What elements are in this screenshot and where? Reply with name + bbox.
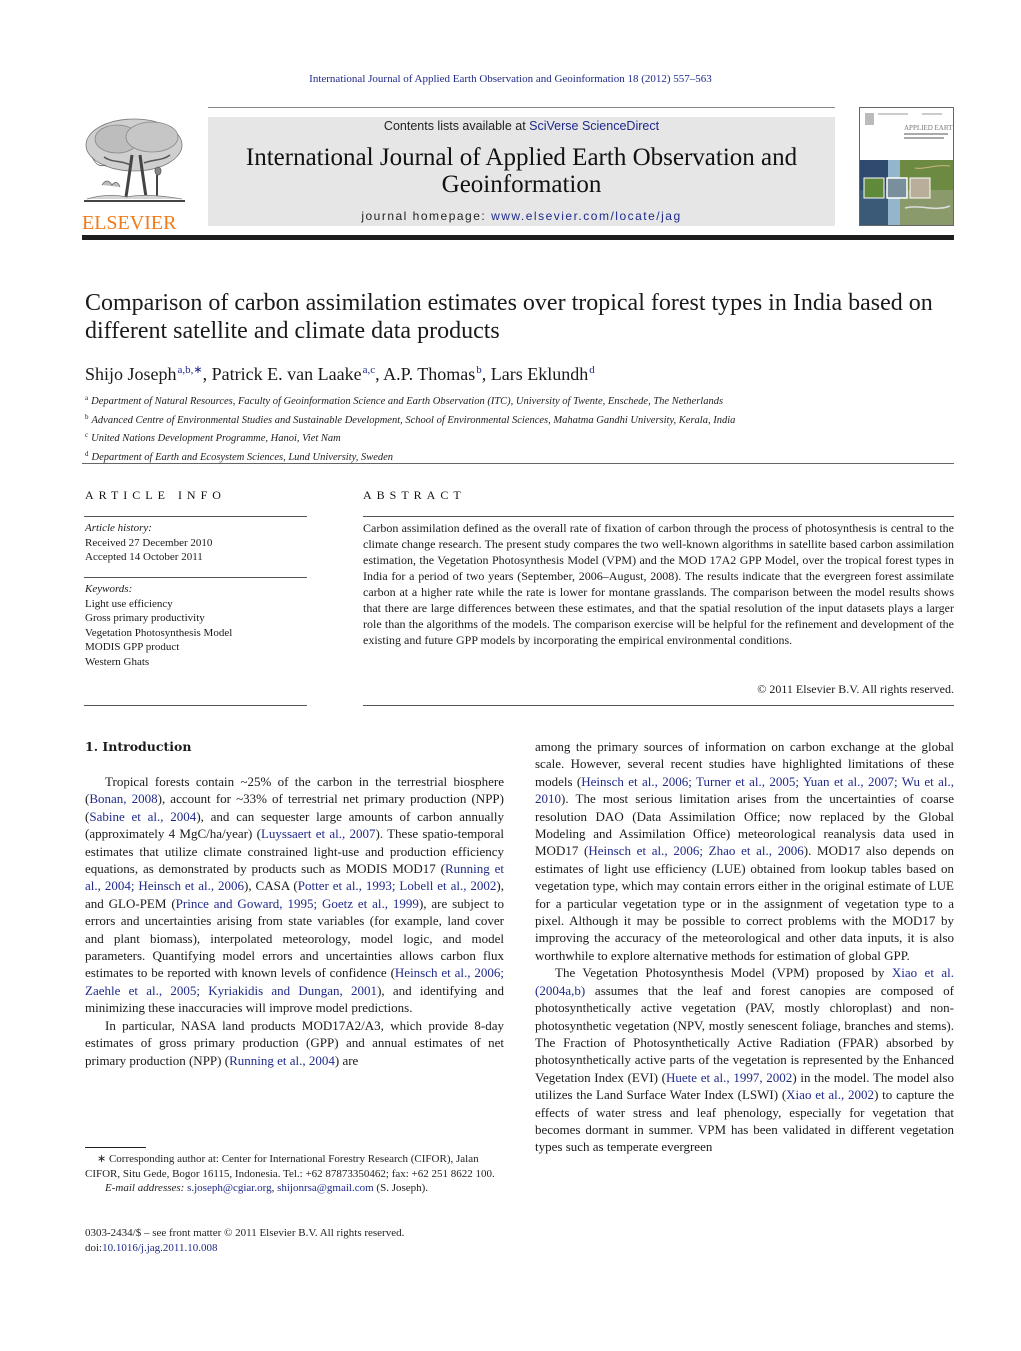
citation-link[interactable]: Luyssaert et al., 2007 (261, 826, 376, 841)
body-paragraph: The Vegetation Photosynthesis Model (VPM… (535, 964, 954, 1155)
issn-line: 0303-2434/$ – see front matter © 2011 El… (85, 1227, 405, 1239)
author[interactable]: Lars Eklundhd (491, 364, 595, 384)
journal-homepage: journal homepage: www.elsevier.com/locat… (208, 209, 835, 223)
author[interactable]: A.P. Thomasb, (383, 364, 491, 384)
elsevier-wordmark: ELSEVIER (82, 212, 177, 234)
body-text: The Vegetation Photosynthesis Model (VPM… (555, 965, 892, 981)
journal-banner: Contents lists available at SciVerse Sci… (208, 117, 835, 226)
affiliation-item: b Advanced Centre of Environmental Studie… (85, 410, 965, 429)
body-paragraph: among the primary sources of information… (535, 738, 954, 964)
journal-cover-thumbnail[interactable]: APPLIED EARTH (859, 107, 954, 226)
affiliation-key: a (85, 394, 89, 402)
body-column-left: Tropical forests contain ~25% of the car… (85, 773, 504, 1069)
author-name: A.P. Thomas (383, 364, 476, 384)
citation-link[interactable]: Heinsch et al., 2006; Zhao et al., 2006 (588, 843, 803, 858)
author[interactable]: Patrick E. van Laakea,c, (212, 364, 383, 384)
abstract-copyright: © 2011 Elsevier B.V. All rights reserved… (757, 682, 954, 696)
journal-citation-link[interactable]: International Journal of Applied Earth O… (0, 73, 1021, 85)
article-info-rule (84, 516, 307, 517)
journal-title: International Journal of Applied Earth O… (245, 144, 798, 198)
homepage-link[interactable]: www.elsevier.com/locate/jag (491, 209, 682, 223)
abstract-text: Carbon assimilation defined as the overa… (363, 521, 954, 647)
affiliation-key: d (85, 449, 89, 458)
doi-link[interactable]: 10.1016/j.jag.2011.10.008 (102, 1242, 217, 1254)
affiliation-item: c United Nations Development Programme, H… (85, 428, 965, 447)
author-name: Shijo Joseph (85, 364, 177, 384)
citation-link[interactable]: Running et al., 2004 (229, 1053, 335, 1068)
author-name: Patrick E. van Laake (211, 364, 362, 384)
contents-prefix: Contents lists available at (383, 119, 530, 133)
cover-image: APPLIED EARTH (860, 108, 953, 225)
email-link[interactable]: s.joseph@cgiar.org (187, 1182, 271, 1194)
contents-availability: Contents lists available at SciVerse Sci… (208, 117, 835, 134)
keyword-item: Vegetation Photosynthesis Model (85, 626, 233, 639)
elsevier-tree-icon (84, 118, 185, 202)
accepted-date: Accepted 14 October 2011 (85, 551, 203, 563)
keyword-item: Light use efficiency (85, 597, 173, 610)
footnote-rule (85, 1147, 146, 1148)
email-line: E-mail addresses: s.joseph@cgiar.org, sh… (85, 1181, 510, 1196)
body-column-right: among the primary sources of information… (535, 738, 954, 1156)
affiliation-rule (82, 463, 954, 464)
author[interactable]: Shijo Josepha,b,∗, (85, 364, 212, 384)
corresponding-author-footnote: ∗ Corresponding author at: Center for In… (85, 1152, 510, 1196)
svg-text:APPLIED EARTH: APPLIED EARTH (904, 124, 953, 132)
citation-link[interactable]: Potter et al., 1993; Lobell et al., 2002 (298, 878, 497, 893)
body-text: ), CASA ( (244, 878, 298, 894)
elsevier-logo[interactable]: ELSEVIER (82, 115, 187, 234)
citation-link[interactable]: Sabine et al., 2004 (89, 809, 196, 824)
affiliation-text: Advanced Centre of Environmental Studies… (91, 414, 736, 426)
author-list: Shijo Josepha,b,∗, Patrick E. van Laakea… (85, 358, 965, 386)
article-history: Article history: Received 27 December 20… (85, 521, 310, 565)
section-heading-introduction: 1. Introduction (85, 739, 192, 754)
author-name: Lars Eklundh (490, 364, 589, 384)
homepage-prefix: journal homepage: (361, 209, 492, 223)
affiliation-text: United Nations Development Programme, Ha… (91, 433, 341, 444)
author-separator: , (202, 364, 212, 384)
author-affiliation-marker[interactable]: d (589, 364, 595, 376)
affiliation-list: a Department of Natural Resources, Facult… (85, 391, 965, 465)
article-history-label: Article history: (85, 522, 152, 534)
keyword-item: MODIS GPP product (85, 641, 180, 653)
affiliation-text: Department of Earth and Ecosystem Scienc… (91, 451, 394, 463)
keywords-label: Keywords: (85, 583, 133, 595)
affiliation-key: c (85, 431, 89, 439)
keyword-item: Gross primary productivity (85, 612, 205, 624)
keywords-block: Keywords: Light use efficiency Gross pri… (85, 582, 310, 669)
keyword-item: Western Ghats (85, 655, 150, 668)
author-affiliation-marker[interactable]: a,b,∗ (178, 364, 203, 376)
citation-link[interactable]: Bonan, 2008 (89, 791, 157, 806)
corresponding-author-text: ∗ Corresponding author at: Center for In… (85, 1153, 495, 1180)
doi-line: doi:10.1016/j.jag.2011.10.008 (85, 1241, 510, 1256)
author-separator: , (375, 364, 384, 384)
article-info-rule (84, 577, 307, 578)
author-separator: , (481, 364, 491, 384)
body-paragraph: Tropical forests contain ~25% of the car… (85, 773, 504, 1017)
abstract-rule (363, 705, 954, 706)
citation-link[interactable]: Huete et al., 1997, 2002 (666, 1070, 792, 1085)
article-info-heading: ARTICLE INFO (85, 488, 226, 502)
article-info-rule (84, 705, 307, 706)
citation-link[interactable]: Prince and Goward, 1995; Goetz et al., 1… (176, 896, 419, 911)
abstract-rule (363, 516, 954, 517)
body-text: ). MOD17 also depends on estimates of li… (535, 843, 954, 963)
doi-prefix: doi: (85, 1241, 103, 1254)
email-link[interactable]: shijonrsa@gmail.com (277, 1182, 374, 1194)
citation-link[interactable]: Xiao et al., 2002 (786, 1087, 874, 1102)
abstract-heading: ABSTRACT (363, 488, 466, 502)
email-label: E-mail addresses: (105, 1182, 188, 1194)
paper-title: Comparison of carbon assimilation estima… (85, 290, 933, 344)
header-thick-rule (82, 235, 954, 240)
body-paragraph: In particular, NASA land products MOD17A… (85, 1017, 504, 1069)
affiliation-key: b (85, 412, 89, 421)
body-text: ) are (334, 1052, 359, 1068)
front-matter: 0303-2434/$ – see front matter © 2011 El… (85, 1226, 510, 1255)
received-date: Received 27 December 2010 (85, 536, 213, 549)
email-suffix: (S. Joseph). (373, 1182, 429, 1194)
sciencedirect-link[interactable]: SciVerse ScienceDirect (529, 119, 659, 133)
author-affiliation-marker[interactable]: a,c (363, 364, 376, 376)
header-rule (208, 107, 835, 108)
affiliation-text: Department of Natural Resources, Faculty… (91, 396, 724, 407)
affiliation-item: a Department of Natural Resources, Facult… (85, 391, 965, 410)
